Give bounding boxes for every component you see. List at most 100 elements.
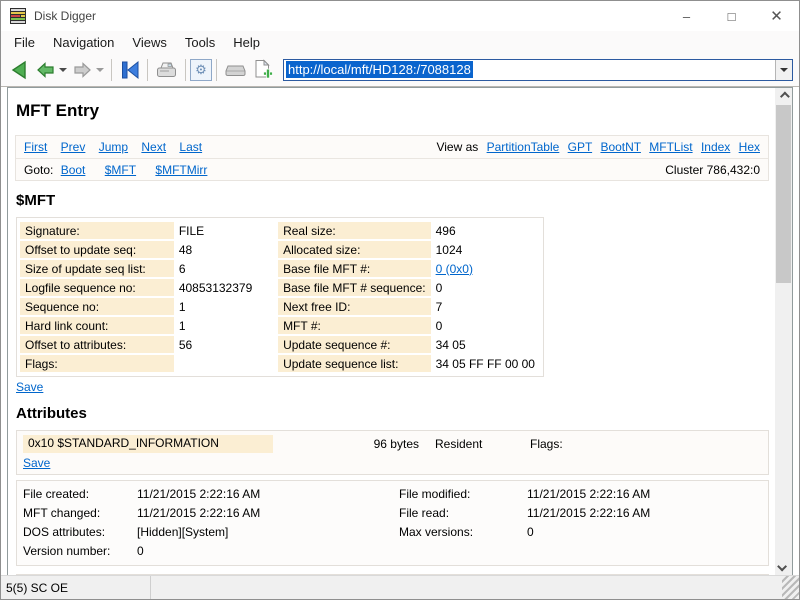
goto-mftmirr-link[interactable]: $MFTMirr [155, 163, 207, 177]
title-bar: Disk Digger – □ ✕ [1, 1, 799, 31]
disk-icon [224, 60, 247, 80]
nav-row-goto: Goto: Boot $MFT $MFTMirr Cluster 786,432… [16, 158, 768, 180]
toolbar-separator [147, 59, 148, 81]
detail-value: [Hidden][System] [137, 524, 399, 541]
toolbar-separator [185, 59, 186, 81]
gear-icon: ⚙ [195, 62, 207, 78]
field-label: Next free ID: [278, 298, 431, 315]
goto-mft-link[interactable]: $MFT [105, 163, 136, 177]
url-dropdown-button[interactable] [775, 60, 792, 80]
detail-label: MFT changed: [23, 505, 137, 522]
url-text: http://local/mft/HD128:/7088128 [286, 61, 473, 78]
status-text: 5(5) SC OE [1, 576, 151, 599]
toolbar-separator [111, 59, 112, 81]
forward-arrow-button[interactable] [70, 59, 95, 81]
close-button[interactable]: ✕ [754, 1, 799, 31]
scroll-down-button[interactable] [775, 558, 792, 575]
detail-label: DOS attributes: [23, 524, 137, 541]
menu-file[interactable]: File [5, 33, 44, 52]
base-file-mft-link[interactable]: 0 (0x0) [436, 262, 473, 276]
view-hex-link[interactable]: Hex [739, 140, 760, 154]
view-mftlist-link[interactable]: MFTList [649, 140, 692, 154]
cluster-label: Cluster 786,432:0 [665, 163, 760, 177]
field-label: Allocated size: [278, 241, 431, 258]
detail-label: Max versions: [399, 524, 527, 541]
goto-boot-link[interactable]: Boot [61, 163, 86, 177]
field-label: Hard link count: [20, 317, 174, 334]
menu-tools[interactable]: Tools [176, 33, 224, 52]
new-file-button[interactable] [250, 57, 277, 82]
view-partitiontable-link[interactable]: PartitionTable [487, 140, 560, 154]
field-label: Size of update seq list: [20, 260, 174, 277]
field-value: 0 [431, 279, 540, 296]
menu-bar: File Navigation Views Tools Help [1, 31, 799, 53]
nav-jump-link[interactable]: Jump [99, 140, 128, 154]
maximize-button[interactable]: □ [709, 1, 754, 31]
field-value: FILE [174, 222, 278, 239]
chevron-up-icon [780, 92, 790, 102]
detail-label: File created: [23, 486, 137, 503]
field-label: Offset to update seq: [20, 241, 174, 258]
field-label: Flags: [20, 355, 174, 372]
attribute-size: 96 bytes [339, 437, 419, 451]
view-bootnt-link[interactable]: BootNT [600, 140, 640, 154]
detail-label: File modified: [399, 486, 527, 503]
table-row: Sequence no: 1 Next free ID: 7 [20, 298, 540, 315]
detail-value: 11/21/2015 2:22:16 AM [527, 505, 762, 522]
app-window: Disk Digger – □ ✕ File Navigation Views … [0, 0, 800, 600]
field-label: Offset to attributes: [20, 336, 174, 353]
field-label: Signature: [20, 222, 174, 239]
nav-prev-link[interactable]: Prev [61, 140, 86, 154]
disk-button[interactable] [221, 58, 250, 82]
field-label: Update sequence list: [278, 355, 431, 372]
table-row: Signature: FILE Real size: 496 [20, 222, 540, 239]
chevron-down-icon [777, 562, 787, 572]
menu-help[interactable]: Help [224, 33, 269, 52]
resize-grip-icon[interactable] [782, 576, 799, 599]
page-title: MFT Entry [16, 101, 769, 121]
url-input[interactable]: http://local/mft/HD128:/7088128 [283, 59, 793, 81]
attribute-save-link[interactable]: Save [23, 456, 50, 470]
skip-first-icon [119, 60, 140, 80]
minimize-button[interactable]: – [664, 1, 709, 31]
field-value: 0 [431, 317, 540, 334]
back-arrow-button[interactable] [33, 59, 58, 81]
tool-bar: ⚙ http://local/mft/HD128:/7088128 [1, 53, 799, 87]
field-value: 7 [431, 298, 540, 315]
field-label: Logfile sequence no: [20, 279, 174, 296]
view-index-link[interactable]: Index [701, 140, 730, 154]
field-value: 56 [174, 336, 278, 353]
field-label: Real size: [278, 222, 431, 239]
view-gpt-link[interactable]: GPT [568, 140, 592, 154]
reader-icon [155, 60, 178, 80]
toolbar-separator [216, 59, 217, 81]
forward-history-caret[interactable] [96, 68, 104, 72]
menu-views[interactable]: Views [123, 33, 175, 52]
back-triangle-button[interactable] [7, 58, 33, 82]
nav-last-link[interactable]: Last [179, 140, 202, 154]
scrollbar-thumb[interactable] [776, 105, 791, 283]
skip-first-button[interactable] [116, 58, 143, 82]
reader-button[interactable] [152, 58, 181, 82]
navigation-box: First Prev Jump Next Last View as Partit… [15, 135, 769, 181]
mft-table: Signature: FILE Real size: 496 Offset to… [16, 217, 544, 377]
nav-first-link[interactable]: First [24, 140, 47, 154]
scroll-up-button[interactable] [775, 88, 792, 105]
field-value: 6 [174, 260, 278, 277]
detail-label: Version number: [23, 543, 137, 560]
vertical-scrollbar[interactable] [775, 88, 792, 575]
menu-navigation[interactable]: Navigation [44, 33, 123, 52]
detail-value: 0 [527, 524, 762, 541]
settings-button[interactable]: ⚙ [190, 59, 212, 81]
back-history-caret[interactable] [59, 68, 67, 72]
mft-save-link[interactable]: Save [16, 380, 43, 394]
detail-value [527, 543, 762, 560]
nav-next-link[interactable]: Next [141, 140, 166, 154]
field-label: Update sequence #: [278, 336, 431, 353]
content-area: MFT Entry First Prev Jump Next Last View… [7, 87, 793, 575]
table-row: Offset to update seq: 48 Allocated size:… [20, 241, 540, 258]
back-triangle-icon [10, 60, 30, 80]
back-arrow-icon [36, 61, 55, 79]
mft-section-heading: $MFT [16, 192, 769, 209]
scrollbar-track[interactable] [775, 105, 792, 558]
